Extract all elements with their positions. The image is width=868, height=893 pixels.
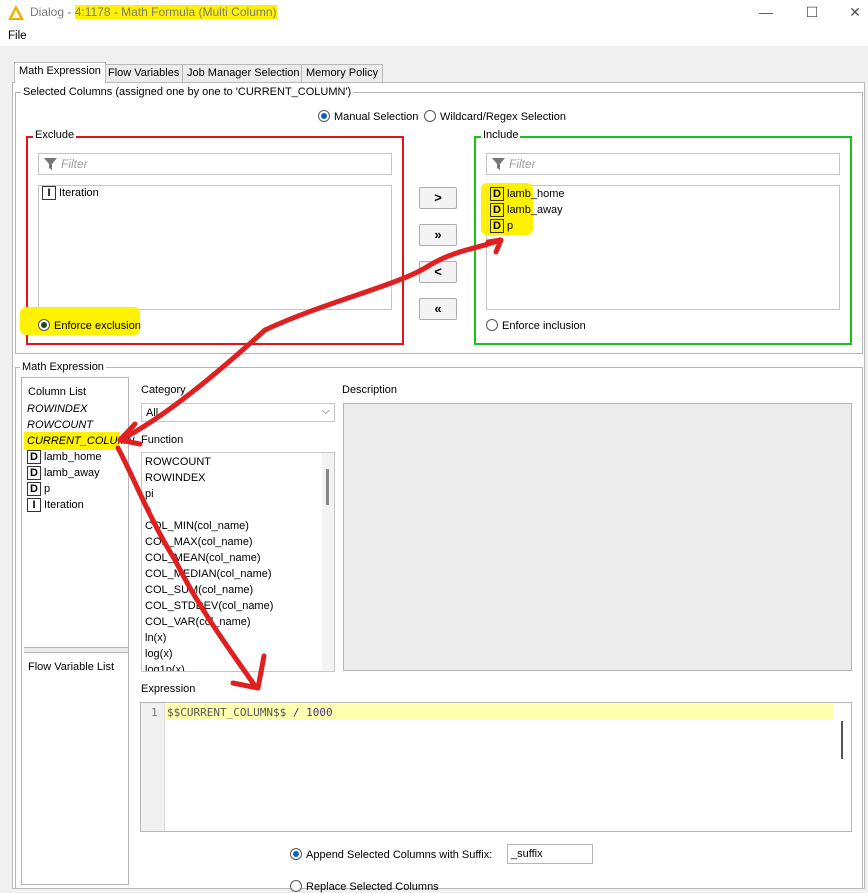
tab-memory-policy[interactable]: Memory Policy — [301, 64, 384, 82]
minimize-icon[interactable]: — — [756, 3, 776, 21]
window-title: Dialog - 4:1178 - Math Formula (Multi Co… — [30, 5, 277, 19]
function-label: Function — [141, 434, 184, 446]
flow-variable-list-title: Flow Variable List — [28, 661, 114, 673]
column-list[interactable]: ROWINDEX ROWCOUNT CURRENT_COLUMN Dlamb_h… — [24, 400, 135, 644]
description-panel — [343, 403, 852, 671]
list-item[interactable]: pi — [145, 487, 154, 502]
description-label: Description — [342, 384, 398, 396]
list-item[interactable]: log1p(x) — [145, 663, 185, 671]
function-list[interactable]: ROWCOUNT ROWINDEX pi e COL_MIN(col_name) COL_… — [141, 452, 335, 672]
replace-columns-radio[interactable]: Replace Selected Columns — [290, 880, 439, 893]
list-item[interactable]: Dp — [490, 219, 513, 234]
list-item[interactable]: COL_MAX(col_name) — [145, 535, 253, 550]
selected-columns-title: Selected Columns (assigned one by one to… — [21, 86, 354, 98]
expression-label: Expression — [141, 683, 196, 695]
list-item[interactable]: COL_SUM(col_name) — [145, 583, 253, 598]
radio-unselected-icon — [290, 880, 302, 892]
splitter-handle[interactable] — [24, 647, 128, 653]
remove-button[interactable]: < — [419, 261, 457, 283]
list-item[interactable]: Dp — [27, 482, 50, 497]
category-label: Category — [141, 384, 186, 396]
menu-file[interactable]: File — [8, 30, 27, 42]
tab-math-expression[interactable]: Math Expression — [14, 62, 106, 83]
radio-selected-icon — [290, 848, 302, 860]
scrollbar-thumb[interactable] — [841, 721, 843, 759]
list-item[interactable]: e — [145, 503, 151, 518]
tab-job-manager-selection[interactable]: Job Manager Selection — [182, 64, 305, 82]
tab-flow-variables[interactable]: Flow Variables — [103, 64, 185, 82]
list-item[interactable]: ROWINDEX — [27, 402, 88, 417]
radio-unselected-icon — [486, 319, 498, 331]
close-icon[interactable]: ✕ — [845, 3, 865, 21]
list-item[interactable]: ROWCOUNT — [27, 418, 93, 433]
radio-selected-icon — [38, 319, 50, 331]
list-item[interactable]: CURRENT_COLUMN — [27, 434, 135, 449]
list-item[interactable]: Dlamb_home — [490, 187, 564, 202]
line-number: 1 — [151, 706, 158, 719]
enforce-exclusion-radio[interactable]: Enforce exclusion — [38, 319, 141, 332]
include-list[interactable]: Dlamb_home Dlamb_away Dp — [481, 183, 840, 310]
list-item[interactable]: COL_MEDIAN(col_name) — [145, 567, 272, 582]
title-bar: Dialog - 4:1178 - Math Formula (Multi Co… — [0, 0, 868, 26]
list-item[interactable]: log(x) — [145, 647, 173, 662]
list-item[interactable]: COL_VAR(col_name) — [145, 615, 251, 630]
filter-icon — [492, 158, 505, 170]
suffix-input[interactable]: _suffix — [507, 844, 593, 864]
list-item[interactable]: I Iteration — [42, 186, 99, 201]
add-button[interactable]: > — [419, 187, 457, 209]
exclude-filter-input[interactable]: Filter — [38, 153, 392, 175]
chevron-down-icon: ⌵ — [321, 405, 330, 417]
exclude-list[interactable]: I Iteration — [38, 185, 392, 310]
list-item[interactable]: Dlamb_away — [490, 203, 563, 218]
include-title: Include — [481, 129, 521, 141]
list-item[interactable]: COL_STDDEV(col_name) — [145, 599, 273, 614]
app-logo-icon — [8, 5, 24, 20]
include-filter-input[interactable]: Filter — [486, 153, 840, 175]
expression-editor[interactable]: 1 $$CURRENT_COLUMN$$ / 1000 — [140, 702, 852, 832]
list-item[interactable]: I Iteration — [27, 498, 84, 513]
scrollbar-thumb[interactable] — [326, 469, 329, 505]
list-item[interactable]: ln(x) — [145, 631, 166, 646]
math-expression-title: Math Expression — [20, 361, 106, 373]
category-select[interactable]: All ⌵ — [141, 403, 335, 422]
list-item[interactable]: Dlamb_away — [27, 466, 100, 481]
list-item[interactable]: ROWCOUNT — [145, 455, 211, 470]
manual-selection-radio[interactable]: Manual Selection — [318, 110, 418, 123]
maximize-icon[interactable]: ☐ — [802, 3, 822, 21]
append-columns-radio[interactable]: Append Selected Columns with Suffix: — [290, 848, 492, 861]
expression-text: $$CURRENT_COLUMN$$ / 1000 — [167, 706, 333, 719]
wildcard-selection-radio[interactable]: Wildcard/Regex Selection — [424, 110, 566, 123]
enforce-inclusion-radio[interactable]: Enforce inclusion — [486, 319, 586, 332]
filter-icon — [44, 158, 57, 170]
line-number-gutter — [141, 703, 165, 831]
exclude-title: Exclude — [33, 129, 77, 141]
menu-bar: File — [0, 26, 868, 46]
radio-unselected-icon — [424, 110, 436, 122]
column-list-title: Column List — [28, 386, 87, 398]
add-all-button[interactable]: » — [419, 224, 457, 246]
list-item[interactable]: COL_MEAN(col_name) — [145, 551, 261, 566]
list-item[interactable]: ROWINDEX — [145, 471, 206, 486]
scrollbar[interactable] — [322, 453, 334, 671]
remove-all-button[interactable]: « — [419, 298, 457, 320]
list-item[interactable]: COL_MIN(col_name) — [145, 519, 249, 534]
radio-selected-icon — [318, 110, 330, 122]
list-item[interactable]: Dlamb_home — [27, 450, 101, 465]
